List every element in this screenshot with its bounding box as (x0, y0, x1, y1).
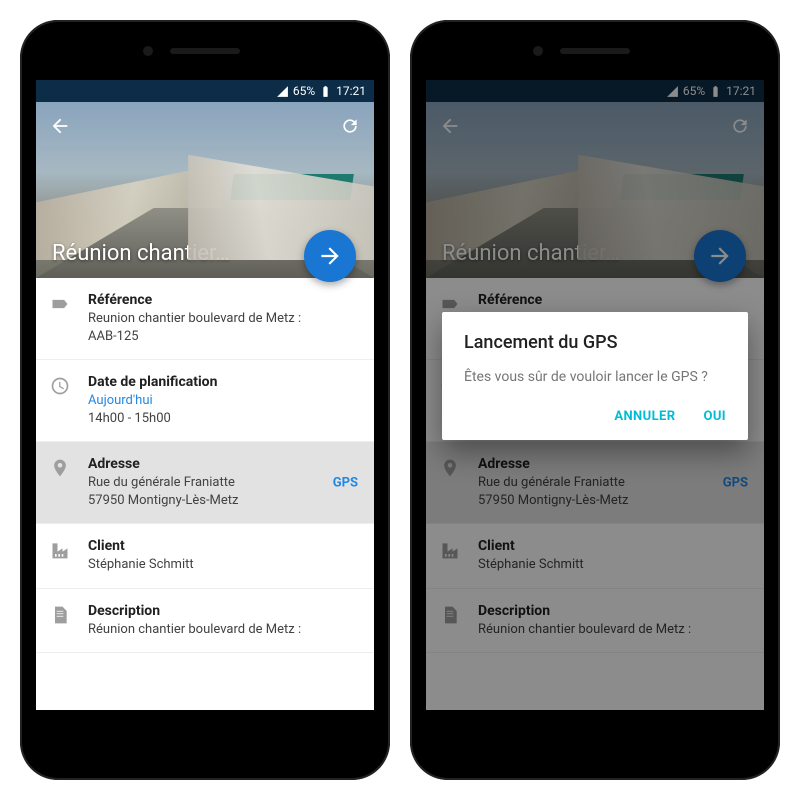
document-icon (50, 605, 72, 629)
client-name: Stéphanie Schmitt (88, 556, 358, 574)
status-bar: 65% 17:21 (36, 80, 374, 102)
battery-icon (319, 85, 332, 98)
date-day: Aujourd'hui (88, 392, 358, 410)
reference-line1: Reunion chantier boulevard de Metz : (88, 310, 358, 328)
reference-line2: AAB-125 (88, 328, 358, 346)
date-time: 14h00 - 15h00 (88, 410, 358, 428)
page-title: Réunion chantier… (52, 241, 230, 266)
description-label: Description (88, 603, 358, 619)
gps-link[interactable]: GPS (333, 475, 358, 490)
clock-icon (50, 376, 72, 400)
tag-icon (50, 294, 72, 318)
row-date: Date de planification Aujourd'hui 14h00 … (36, 360, 374, 442)
refresh-button[interactable] (336, 112, 364, 140)
row-description: Description Réunion chantier boulevard d… (36, 589, 374, 654)
screen-right: 65% 17:21 Réunion chantier… Référence (426, 80, 764, 710)
details-list: Référence Reunion chantier boulevard de … (36, 278, 374, 653)
dialog-title: Lancement du GPS (464, 332, 726, 353)
gps-dialog: Lancement du GPS Êtes vous sûr de vouloi… (442, 312, 748, 440)
address-line2: 57950 Montigny-Lès-Metz (88, 492, 358, 510)
dialog-cancel-button[interactable]: ANNULER (614, 409, 675, 424)
factory-icon (50, 540, 72, 564)
row-reference: Référence Reunion chantier boulevard de … (36, 278, 374, 360)
arrow-right-icon (317, 243, 343, 269)
clock-text: 17:21 (336, 84, 366, 98)
row-address[interactable]: Adresse Rue du générale Franiatte 57950 … (36, 442, 374, 524)
pin-icon (50, 458, 72, 482)
reference-label: Référence (88, 292, 358, 308)
row-client: Client Stéphanie Schmitt (36, 524, 374, 589)
description-line1: Réunion chantier boulevard de Metz : (88, 621, 358, 639)
client-label: Client (88, 538, 358, 554)
phone-frame-right: 65% 17:21 Réunion chantier… Référence (410, 20, 780, 780)
signal-icon (276, 85, 289, 98)
dialog-ok-button[interactable]: OUI (703, 409, 726, 424)
address-label: Adresse (88, 456, 358, 472)
screen-left: 65% 17:21 Réunion chantier… Référence (36, 80, 374, 710)
address-line1: Rue du générale Franiatte (88, 474, 358, 492)
date-label: Date de planification (88, 374, 358, 390)
next-fab[interactable] (304, 230, 356, 282)
battery-text: 65% (293, 84, 315, 98)
back-button[interactable] (46, 112, 74, 140)
dialog-message: Êtes vous sûr de vouloir lancer le GPS ? (464, 367, 726, 387)
phone-frame-left: 65% 17:21 Réunion chantier… Référence (20, 20, 390, 780)
